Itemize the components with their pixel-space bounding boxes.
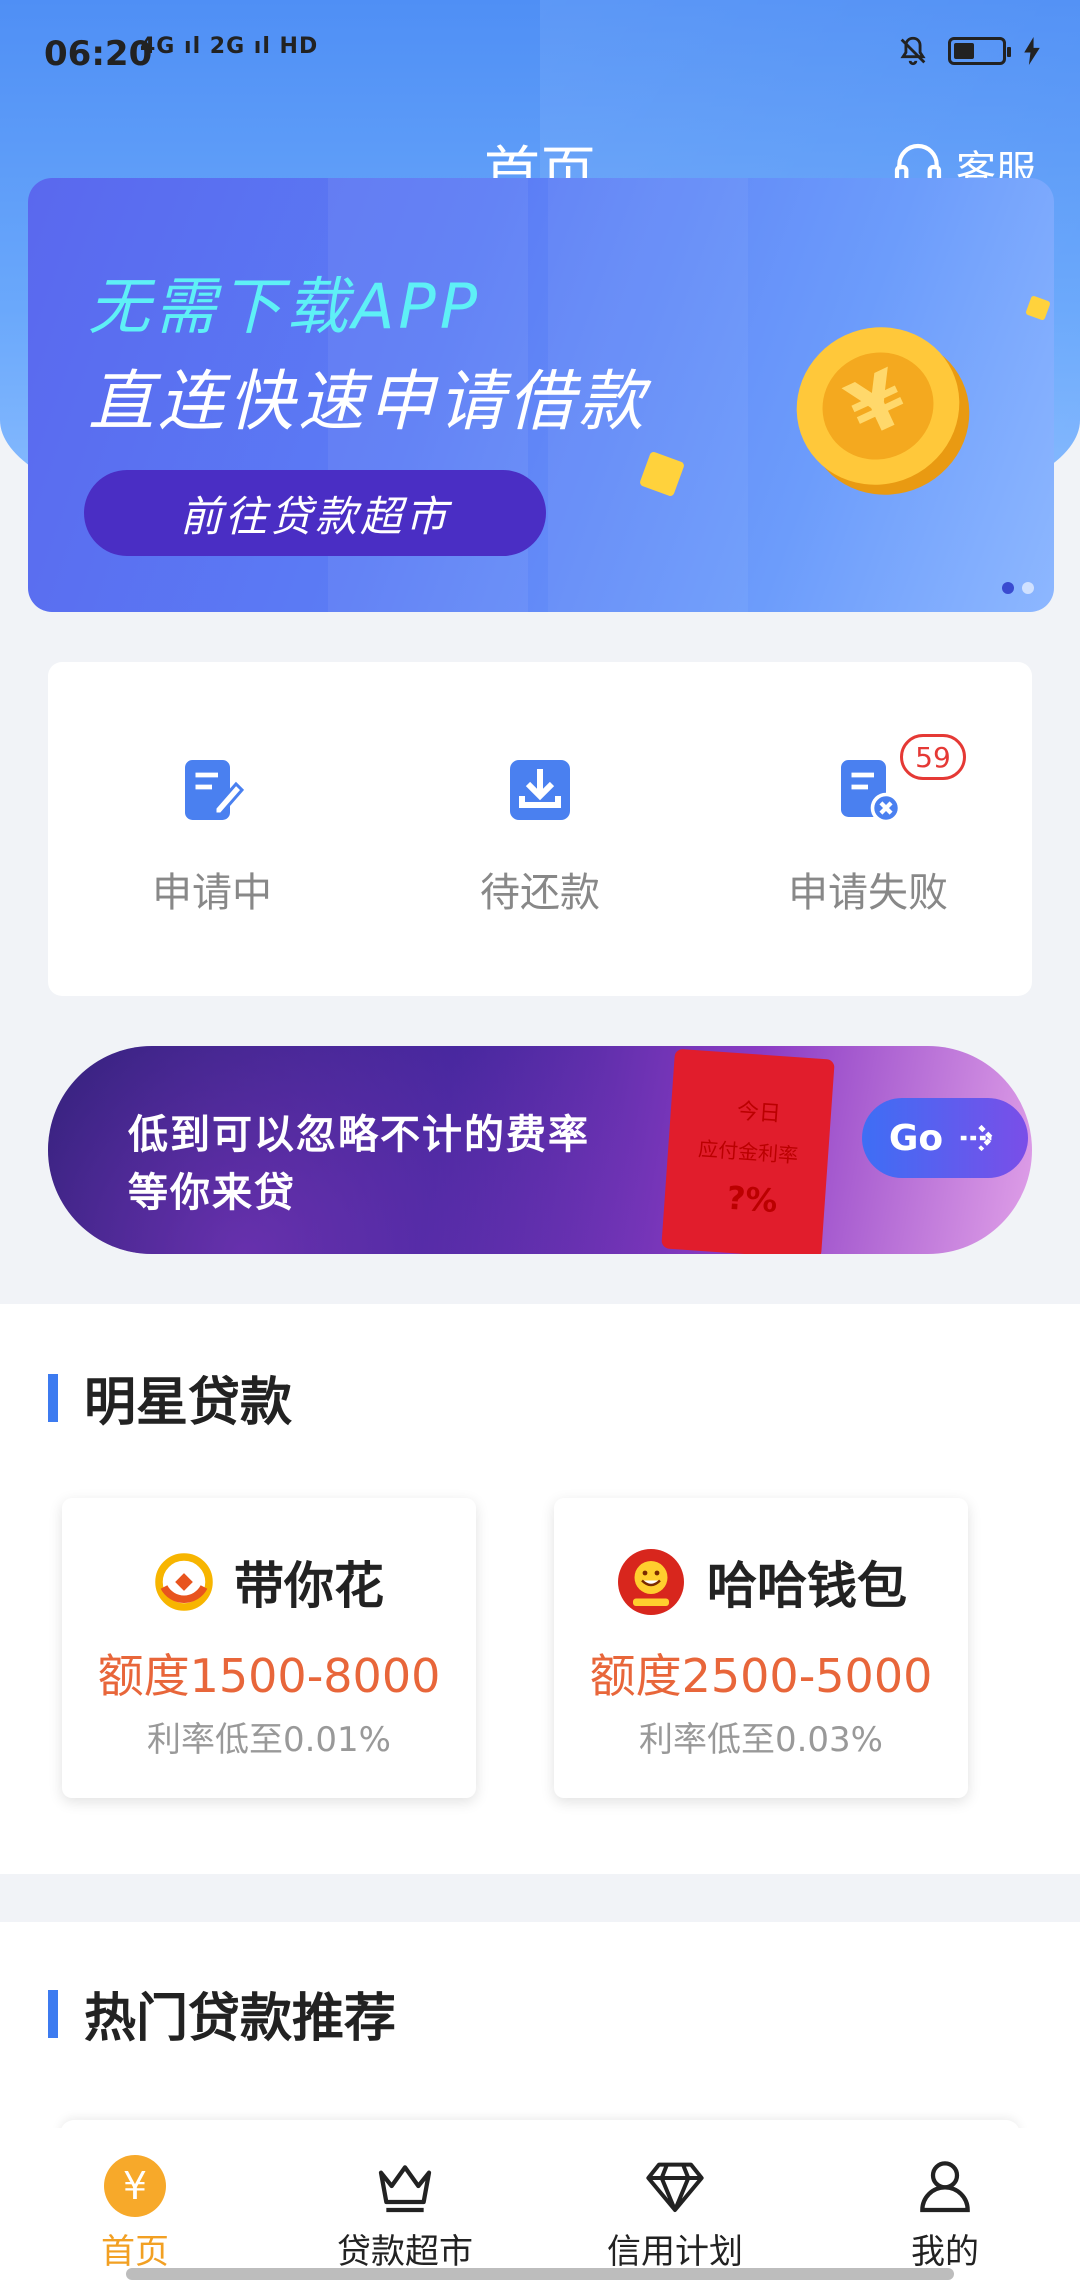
nav-mine[interactable]: 我的 [810, 2128, 1080, 2280]
envelope-title: 今日 [736, 1099, 782, 1128]
star-loans-section: 明星贷款 带你花 额度1500-8000 利率低至0.01% 哈哈钱包 额度25… [0, 1304, 1080, 1874]
go-label: Go [888, 1117, 944, 1159]
promo-subheadline: 等你来贷 [128, 1170, 296, 1216]
gold-coin-icon: ¥ [796, 327, 970, 495]
quick-actions-card: 申请中 待还款 59 申请失败 [48, 662, 1032, 996]
bottom-nav: ¥ 首页 贷款超市 信用计划 我的 [0, 2128, 1080, 2280]
pending-repayment-label: 待还款 [480, 870, 600, 916]
nav-credit-plan[interactable]: 信用计划 [540, 2128, 810, 2280]
document-x-icon [841, 760, 902, 824]
loan-rate: 利率低至0.03% [638, 1720, 883, 1760]
nav-credit-plan-label: 信用计划 [607, 2232, 743, 2272]
loan-card-head: 带你花 [62, 1546, 476, 1618]
battery-icon [948, 37, 1011, 65]
nav-mine-label: 我的 [911, 2232, 979, 2272]
banner-headline: 无需下载APP [88, 270, 482, 343]
loan-card-haha[interactable]: 哈哈钱包 额度2500-5000 利率低至0.03% [554, 1498, 968, 1798]
nav-home-label: 首页 [101, 2232, 169, 2272]
signal-indicator: 4G ıl 2G ıl HD [140, 34, 319, 59]
star-loans-title: 明星贷款 [48, 1360, 292, 1435]
crown-icon [378, 2165, 432, 2213]
yen-coin-icon: ¥ [103, 2154, 167, 2218]
pending-repayment-button[interactable]: 待还款 [376, 662, 704, 996]
banner-pagination [1002, 582, 1034, 594]
download-tray-icon [510, 760, 570, 820]
loan-card-daini[interactable]: 带你花 额度1500-8000 利率低至0.01% [62, 1498, 476, 1798]
nav-loan-market-label: 贷款超市 [337, 2232, 473, 2272]
loan-name: 带你花 [234, 1557, 384, 1615]
envelope-mark: ?% [725, 1178, 779, 1221]
status-right [896, 34, 1040, 68]
hot-loans-title-text: 热门贷款推荐 [84, 1989, 397, 2049]
red-envelope-icon: 今日 应付金利率 ?% [661, 1048, 835, 1254]
arrow-right-icon [960, 1124, 995, 1152]
edit-document-icon [185, 760, 245, 820]
loan-amount: 额度2500-5000 [589, 1649, 933, 1703]
cube-decoration [1025, 295, 1051, 321]
page-dot [1002, 582, 1014, 594]
user-icon [920, 2161, 970, 2213]
banner-subheadline: 直连快速申请借款 [88, 363, 648, 440]
status-bar: 06:20 4G ıl 2G ıl HD [0, 0, 1080, 110]
haha-wallet-logo-icon [618, 1549, 684, 1615]
hot-loans-title: 热门贷款推荐 [48, 1976, 396, 2051]
page-dot [1022, 582, 1034, 594]
loan-amount: 额度1500-8000 [97, 1649, 441, 1703]
title-accent-bar [48, 1373, 58, 1422]
nav-loan-market[interactable]: 贷款超市 [270, 2128, 540, 2280]
loan-card-head: 哈哈钱包 [554, 1546, 968, 1618]
hero-banner[interactable]: 无需下载APP 直连快速申请借款 前往贷款超市 ¥ [28, 178, 1054, 612]
loan-market-button[interactable]: 前往贷款超市 [84, 470, 546, 556]
envelope-subtitle: 应付金利率 [697, 1136, 799, 1168]
applying-label: 申请中 [152, 870, 272, 916]
nav-home[interactable]: ¥ 首页 [0, 2128, 270, 2280]
title-accent-bar [48, 1989, 58, 2038]
home-indicator[interactable] [126, 2268, 954, 2280]
applying-button[interactable]: 申请中 [48, 662, 376, 996]
charging-icon [1024, 37, 1040, 65]
promo-banner[interactable]: 低到可以忽略不计的费率 等你来贷 今日 应付金利率 ?% Go [48, 1046, 1032, 1254]
bell-muted-icon [900, 36, 926, 66]
go-button[interactable]: Go [862, 1098, 1028, 1178]
daini-logo-icon [155, 1553, 213, 1611]
loan-name: 哈哈钱包 [707, 1557, 907, 1615]
application-failed-label: 申请失败 [788, 870, 948, 916]
notification-badge: 59 [900, 734, 966, 780]
loan-rate: 利率低至0.01% [146, 1720, 391, 1760]
diamond-icon [646, 2162, 704, 2212]
star-loans-title-text: 明星贷款 [84, 1373, 293, 1433]
application-failed-button[interactable]: 59 申请失败 [704, 662, 1032, 996]
status-time: 06:20 [44, 34, 153, 74]
promo-headline: 低到可以忽略不计的费率 [128, 1112, 590, 1158]
